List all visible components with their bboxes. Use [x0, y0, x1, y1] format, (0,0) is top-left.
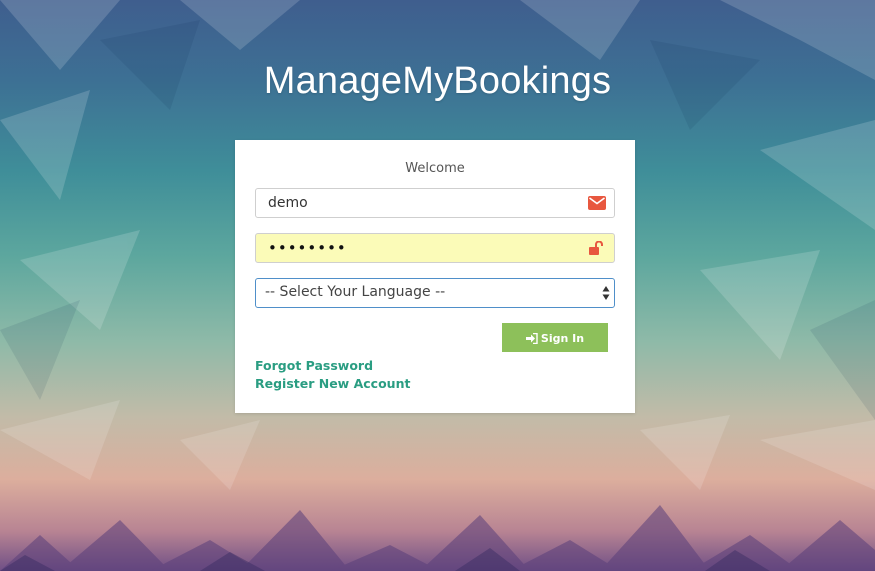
app-title: ManageMyBookings: [263, 60, 612, 102]
unlock-icon: [589, 241, 603, 255]
username-input[interactable]: [256, 189, 600, 217]
sign-in-icon: [525, 332, 538, 345]
sign-in-button[interactable]: Sign In: [502, 323, 608, 352]
envelope-icon: [588, 196, 606, 210]
welcome-text: Welcome: [405, 161, 465, 176]
password-input[interactable]: [256, 234, 600, 262]
login-card: Welcome -- Select Your Language -- Sign …: [235, 140, 635, 413]
sign-in-label: Sign In: [540, 332, 585, 345]
username-field[interactable]: [255, 188, 615, 218]
language-select-value: -- Select Your Language --: [265, 284, 446, 300]
language-select[interactable]: -- Select Your Language --: [255, 278, 615, 308]
select-arrows-icon: [602, 286, 610, 300]
forgot-password-link[interactable]: Forgot Password: [255, 358, 373, 373]
password-field[interactable]: [255, 233, 615, 263]
register-account-link[interactable]: Register New Account: [255, 376, 410, 391]
